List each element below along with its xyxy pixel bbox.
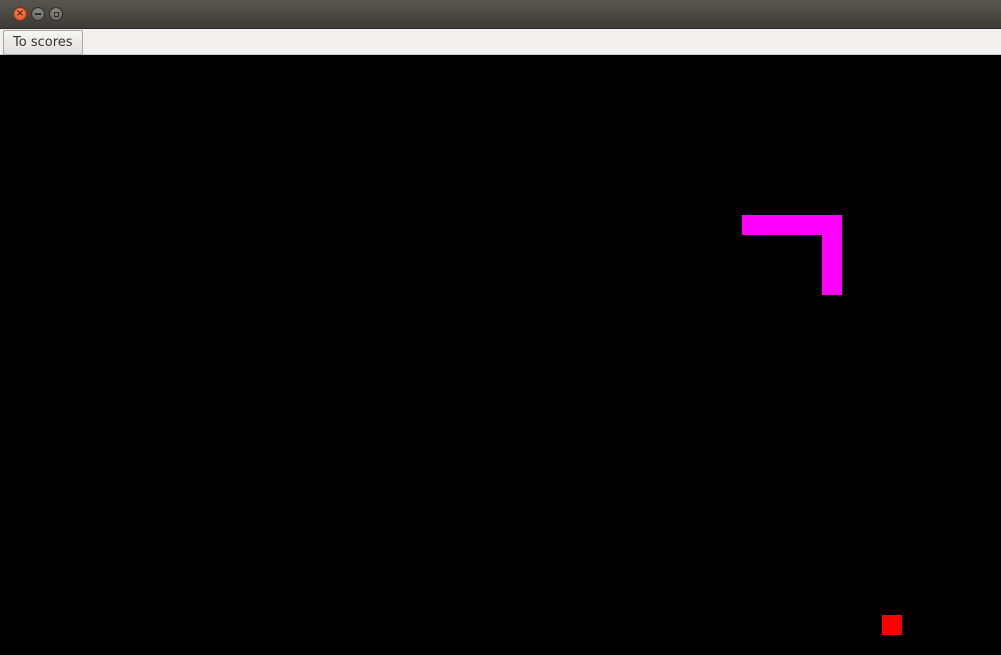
- snake-segment: [822, 255, 842, 275]
- game-window: × To scores: [0, 0, 1001, 655]
- x-glyph: ×: [15, 8, 25, 19]
- toolbar: To scores: [0, 29, 1001, 55]
- snake-segment: [782, 215, 802, 235]
- maximize-icon[interactable]: [49, 7, 63, 21]
- title-bar: ×: [0, 0, 1001, 29]
- close-icon[interactable]: ×: [13, 7, 27, 21]
- food-pellet: [882, 615, 902, 635]
- snake-segment: [822, 235, 842, 255]
- snake-segment: [822, 215, 842, 235]
- minimize-icon[interactable]: [31, 7, 45, 21]
- minimize-glyph: [35, 13, 41, 15]
- snake-segment: [742, 215, 762, 235]
- maximize-glyph: [53, 11, 59, 17]
- to-scores-button[interactable]: To scores: [3, 30, 83, 55]
- snake-segment: [822, 275, 842, 295]
- game-board[interactable]: [2, 55, 1001, 655]
- snake-segment: [762, 215, 782, 235]
- snake-segment: [802, 215, 822, 235]
